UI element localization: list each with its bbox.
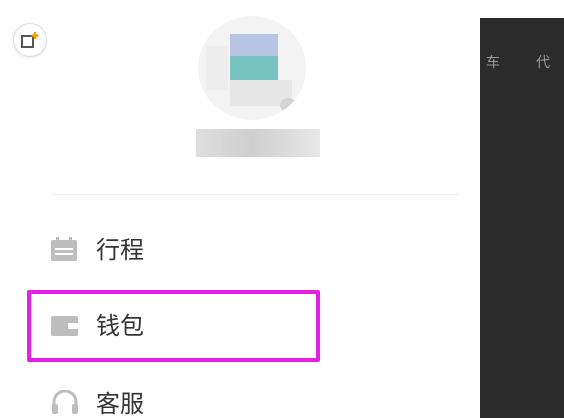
- add-to-home-button[interactable]: [14, 24, 46, 56]
- avatar[interactable]: [198, 16, 306, 120]
- menu-item-trip[interactable]: 行程: [0, 228, 456, 272]
- highlight-box: [27, 290, 320, 362]
- background-overlay[interactable]: [480, 18, 564, 418]
- calendar-icon: [51, 237, 77, 261]
- menu-item-label: 客服: [96, 390, 144, 418]
- headset-icon: [52, 390, 78, 414]
- overlay-peek-text: 车: [486, 55, 500, 71]
- menu-item-label: 行程: [96, 236, 144, 264]
- overlay-peek-text: 代: [536, 55, 550, 71]
- screen: 车 代 行程 钱包 客服: [0, 0, 564, 418]
- divider: [52, 194, 458, 195]
- add-to-home-icon: [21, 32, 39, 48]
- menu-item-customer-service[interactable]: 客服: [0, 382, 456, 418]
- username-blurred: [196, 129, 320, 157]
